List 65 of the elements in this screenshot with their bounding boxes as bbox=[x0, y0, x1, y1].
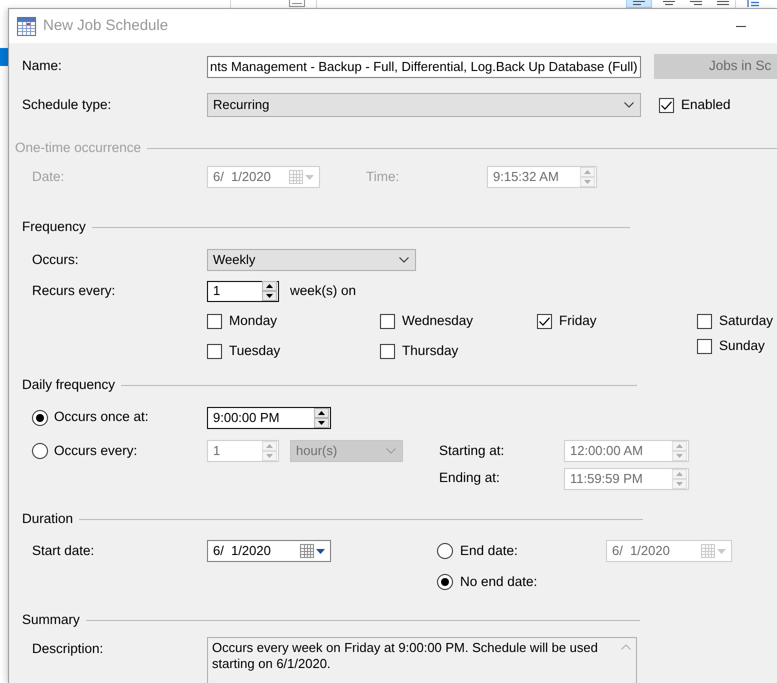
checkbox-label: Saturday bbox=[719, 312, 774, 330]
radio-button[interactable] bbox=[32, 443, 48, 459]
name-field[interactable]: nts Management - Backup - Full, Differential, Log.Back Up Database (Full) bbox=[207, 56, 641, 78]
checkbox-label: Thursday bbox=[402, 342, 458, 360]
occurs-dropdown[interactable]: Weekly bbox=[207, 249, 416, 271]
unit-dropdown[interactable]: hour(s) bbox=[290, 440, 403, 462]
caret-down-icon[interactable] bbox=[316, 548, 325, 554]
radio-label: No end date: bbox=[460, 574, 538, 590]
name-label: Name: bbox=[22, 58, 63, 75]
checkbox-label: Enabled bbox=[681, 96, 731, 114]
window-icon[interactable] bbox=[289, 0, 305, 7]
start-date-label: Start date: bbox=[32, 542, 96, 560]
checkbox[interactable] bbox=[537, 314, 552, 328]
radio-label: Occurs every: bbox=[54, 442, 138, 460]
date-picker[interactable]: 6/ 1/2020 bbox=[207, 540, 331, 562]
selection-highlight bbox=[0, 48, 8, 66]
occurs-label: Occurs: bbox=[32, 252, 80, 268]
checkbox[interactable] bbox=[380, 344, 395, 358]
recurs-label: Recurs every: bbox=[32, 282, 116, 300]
recurs-spinner[interactable]: 1 bbox=[207, 280, 279, 302]
checkmark-icon bbox=[539, 316, 550, 326]
unit-label: week(s) on bbox=[290, 282, 356, 300]
section-title: Duration bbox=[22, 510, 74, 528]
text-lines-icon[interactable] bbox=[663, 0, 675, 6]
line-spacing-icon[interactable] bbox=[745, 0, 759, 7]
section-title: One-time occurrence bbox=[15, 140, 142, 156]
window-title: New Job Schedule bbox=[43, 17, 168, 35]
radio-button[interactable] bbox=[437, 543, 453, 559]
checkbox[interactable] bbox=[697, 314, 712, 328]
radio-button[interactable] bbox=[437, 574, 453, 590]
checkbox[interactable] bbox=[380, 314, 395, 328]
radio-label: Occurs once at: bbox=[54, 409, 149, 426]
checkbox[interactable] bbox=[697, 338, 712, 354]
checkbox[interactable] bbox=[207, 314, 222, 328]
section-title: Summary bbox=[22, 612, 80, 628]
text-lines-icon bbox=[633, 0, 645, 6]
checkbox-label: Monday bbox=[229, 312, 278, 330]
time-label: Time: bbox=[366, 168, 400, 186]
checkbox[interactable] bbox=[659, 98, 674, 112]
description-box[interactable]: Occurs every week on Friday at 9:00:00 PM. Schedule will be used starting on 6/1/2020. bbox=[207, 637, 637, 683]
time-spinner[interactable]: 9:00:00 PM bbox=[207, 406, 331, 428]
description-label: Description: bbox=[32, 640, 104, 658]
checkbox-label: Wednesday bbox=[402, 312, 474, 330]
checkmark-icon bbox=[661, 100, 672, 110]
section-title: Daily frequency bbox=[22, 376, 116, 394]
radio-label: End date: bbox=[460, 542, 519, 560]
toolbar-button[interactable] bbox=[626, 0, 652, 8]
schedule-type-dropdown[interactable]: Recurring bbox=[207, 93, 641, 117]
checkbox-label: Friday bbox=[559, 312, 597, 330]
checkbox-label: Tuesday bbox=[229, 342, 280, 360]
chevron-down-icon bbox=[386, 448, 396, 454]
section-title: Frequency bbox=[22, 218, 86, 236]
text-lines-icon[interactable] bbox=[690, 0, 702, 6]
calendar-icon[interactable] bbox=[300, 544, 314, 558]
checkbox[interactable] bbox=[207, 344, 222, 358]
starting-at-label: Starting at: bbox=[439, 442, 506, 460]
calendar-icon bbox=[17, 16, 36, 36]
ending-at-label: Ending at: bbox=[439, 470, 501, 487]
schedule-type-label: Schedule type: bbox=[22, 96, 112, 114]
radio-button[interactable] bbox=[32, 410, 48, 426]
chevron-down-icon bbox=[399, 257, 409, 263]
date-label: Date: bbox=[32, 168, 66, 186]
text-lines-icon[interactable] bbox=[717, 0, 729, 6]
chevron-down-icon bbox=[624, 102, 634, 108]
checkbox-label: Sunday bbox=[719, 338, 765, 354]
